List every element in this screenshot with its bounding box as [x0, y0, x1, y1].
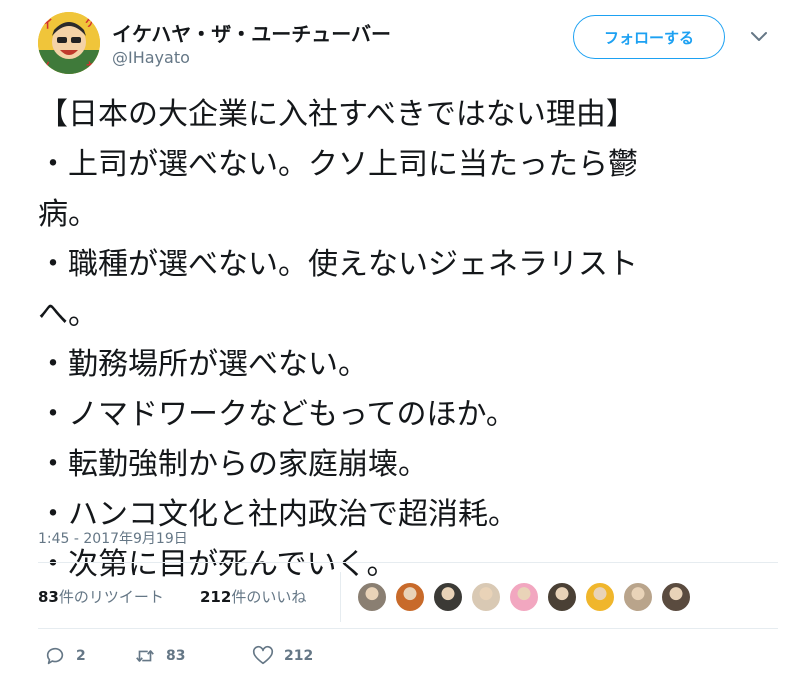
divider [38, 562, 778, 563]
liker-avatar[interactable] [470, 581, 502, 613]
user-display-name[interactable]: イケハヤ・ザ・ユーチューバー [112, 18, 391, 47]
tweet-line: ・上司が選べない。クソ上司に当たったら鬱 [38, 147, 638, 182]
retweet-count: 83 [166, 648, 186, 664]
liker-avatar[interactable] [508, 581, 540, 613]
user-avatar[interactable]: イ ケ メ ヤ [38, 12, 100, 74]
likes-label: 件のいいね [231, 588, 307, 606]
reply-count: 2 [76, 648, 86, 664]
chevron-down-icon[interactable] [750, 30, 768, 44]
user-handle[interactable]: @IHayato [112, 48, 190, 67]
tweet-header: イ ケ メ ヤ イケハヤ・ザ・ユーチューバー @IHayato フォローする [38, 12, 778, 76]
retweet-icon [136, 650, 154, 662]
svg-text:ヤ: ヤ [86, 60, 97, 73]
like-count: 212 [284, 648, 314, 664]
stats-separator [340, 572, 341, 622]
tweet-line: ・ノマドワークなどもってのほか。 [38, 397, 516, 432]
tweet-line: ・職種が選べない。使えないジェネラリスト [38, 247, 638, 282]
likes-count: 212 [200, 588, 232, 606]
reply-button[interactable]: 2 [44, 644, 86, 668]
retweets-stat[interactable]: 83件のリツイート [38, 586, 164, 607]
liker-avatar[interactable] [356, 581, 388, 613]
tweet-stats: 83件のリツイート 212件のいいね [38, 572, 778, 622]
liker-avatar[interactable] [432, 581, 464, 613]
heart-icon [252, 645, 274, 665]
tweet-line: へ。 [38, 297, 98, 332]
like-button[interactable]: 212 [252, 644, 313, 668]
liker-avatar[interactable] [394, 581, 426, 613]
liker-avatar[interactable] [546, 581, 578, 613]
svg-text:ケ: ケ [85, 16, 96, 29]
manga-face-avatar-icon: イ ケ メ ヤ [38, 12, 100, 74]
svg-text:イ: イ [41, 17, 53, 31]
divider [38, 628, 778, 629]
tweet-line: ・転勤強制からの家庭崩壊。 [38, 447, 428, 482]
liker-avatar[interactable] [660, 581, 692, 613]
likes-stat[interactable]: 212件のいいね [200, 586, 306, 607]
tweet-line: ・勤務場所が選べない。 [38, 347, 368, 382]
tweet-actions: 2 83 212 [38, 638, 778, 674]
liker-avatar[interactable] [622, 581, 654, 613]
retweets-count: 83 [38, 588, 59, 606]
retweets-label: 件のリツイート [58, 588, 164, 606]
reply-icon [46, 647, 64, 665]
svg-text:メ: メ [40, 60, 51, 73]
tweet-line: 【日本の大企業に入社すべきではない理由】 [38, 97, 636, 132]
tweet-line: 病。 [38, 197, 98, 232]
liker-avatar[interactable] [584, 581, 616, 613]
follow-button[interactable]: フォローする [573, 15, 725, 59]
tweet-timestamp[interactable]: 1:45 - 2017年9月19日 [38, 528, 188, 548]
tweet-text: 【日本の大企業に入社すべきではない理由】 ・上司が選べない。クソ上司に当たったら… [38, 90, 778, 590]
retweet-button[interactable]: 83 [134, 644, 185, 668]
